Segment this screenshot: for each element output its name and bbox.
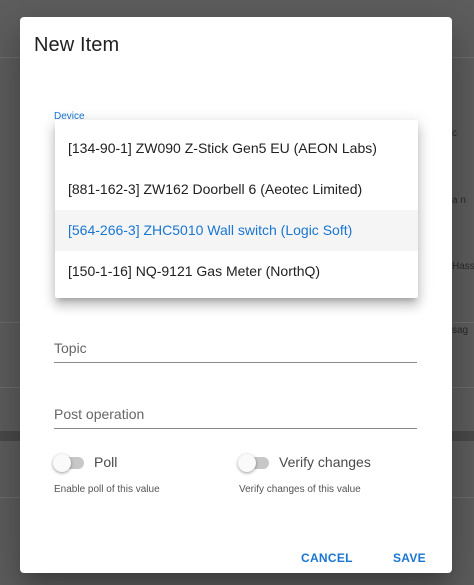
- background-text: Hass: [452, 261, 474, 272]
- background-text: sag: [452, 325, 469, 336]
- device-option[interactable]: [881-162-3] ZW162 Doorbell 6 (Aeotec Lim…: [55, 169, 418, 210]
- save-button[interactable]: SAVE: [393, 551, 426, 565]
- background-text: c: [452, 128, 457, 139]
- poll-help-text: Enable poll of this value: [54, 484, 160, 495]
- device-option-selected[interactable]: [564-266-3] ZHC5010 Wall switch (Logic S…: [55, 210, 418, 251]
- poll-switch-thumb[interactable]: [53, 454, 71, 472]
- verify-changes-label[interactable]: Verify changes: [279, 454, 371, 470]
- cancel-button[interactable]: CANCEL: [301, 551, 353, 565]
- poll-switch[interactable]: [53, 453, 86, 473]
- topic-input[interactable]: Topic: [54, 330, 417, 363]
- topic-placeholder: Topic: [54, 340, 87, 356]
- dialog-title: New Item: [34, 34, 120, 56]
- verify-changes-switch[interactable]: [238, 453, 271, 473]
- poll-label[interactable]: Poll: [94, 454, 117, 470]
- device-option[interactable]: [134-90-1] ZW090 Z-Stick Gen5 EU (AEON L…: [55, 128, 418, 169]
- background-text: a n: [452, 195, 466, 206]
- device-dropdown-menu: [134-90-1] ZW090 Z-Stick Gen5 EU (AEON L…: [55, 120, 418, 298]
- post-operation-input[interactable]: Post operation: [54, 396, 417, 429]
- verify-changes-switch-thumb[interactable]: [238, 454, 256, 472]
- device-option[interactable]: [150-1-16] NQ-9121 Gas Meter (NorthQ): [55, 251, 418, 292]
- verify-changes-help-text: Verify changes of this value: [239, 484, 361, 495]
- post-operation-placeholder: Post operation: [54, 406, 145, 422]
